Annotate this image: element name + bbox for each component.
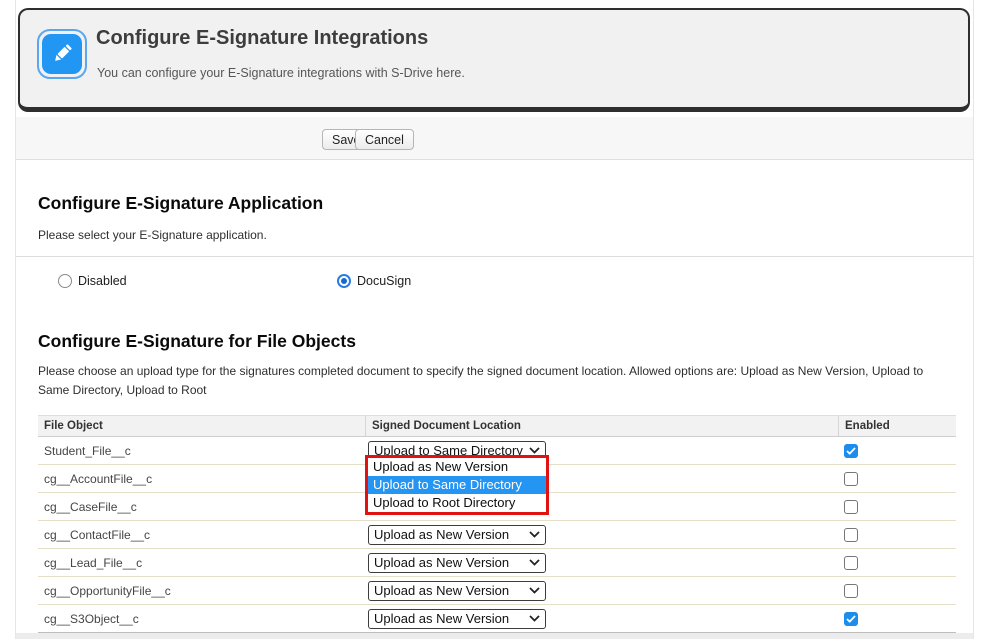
file-section-description: Please choose an upload type for the sig… [38, 362, 936, 400]
pencil-icon [37, 29, 87, 79]
enabled-checkbox[interactable] [844, 472, 858, 486]
file-object-name: cg__S3Object__c [38, 605, 365, 632]
table-header-row: File Object Signed Document Location Ena… [38, 415, 956, 437]
location-select[interactable]: Upload as New Version [368, 609, 546, 629]
col-header-enabled: Enabled [838, 416, 956, 436]
cancel-button[interactable]: Cancel [355, 129, 414, 150]
table-row: cg__S3Object__c Upload as New Version [38, 605, 956, 633]
location-select[interactable]: Upload as New Version [368, 553, 546, 573]
table-row: cg__OpportunityFile__c Upload as New Ver… [38, 577, 956, 605]
file-object-name: cg__CaseFile__c [38, 493, 365, 520]
annotation-highlight open-location-dropdown: Upload as New Version Upload to Same Dir… [365, 455, 549, 515]
pencil-icon-glyph [49, 41, 75, 67]
enabled-checkbox[interactable] [844, 444, 858, 458]
page-header: Configure E-Signature Integrations You c… [18, 8, 970, 112]
section-divider [16, 256, 973, 257]
col-header-location: Signed Document Location [365, 416, 838, 436]
app-section-description: Please select your E-Signature applicati… [38, 226, 267, 245]
chevron-down-icon [529, 531, 540, 538]
dropdown-option-root-directory[interactable]: Upload to Root Directory [368, 494, 546, 512]
radio-disabled-label: Disabled [78, 274, 127, 288]
file-object-name: cg__OpportunityFile__c [38, 577, 365, 604]
chevron-down-icon [529, 559, 540, 566]
dropdown-option-new-version[interactable]: Upload as New Version [368, 458, 546, 476]
pencil-icon-background [42, 34, 82, 74]
table-row: cg__Lead_File__c Upload as New Version [38, 549, 956, 577]
radio-docusign-input[interactable] [337, 274, 351, 288]
page-subtitle: You can configure your E-Signature integ… [97, 66, 465, 80]
file-object-name: cg__Lead_File__c [38, 549, 365, 576]
location-select[interactable]: Upload as New Version [368, 581, 546, 601]
enabled-checkbox[interactable] [844, 584, 858, 598]
radio-option-disabled[interactable]: Disabled [58, 274, 127, 288]
enabled-checkbox[interactable] [844, 528, 858, 542]
check-icon [846, 447, 856, 455]
radio-docusign-label: DocuSign [357, 274, 411, 288]
file-object-name: cg__ContactFile__c [38, 521, 365, 548]
page-title: Configure E-Signature Integrations [96, 27, 428, 50]
file-object-name: Student_File__c [38, 437, 365, 464]
enabled-checkbox[interactable] [844, 556, 858, 570]
check-icon [846, 615, 856, 623]
chevron-down-icon [529, 615, 540, 622]
bottom-section-strip [16, 633, 973, 639]
col-header-file-object: File Object [38, 416, 365, 436]
enabled-checkbox[interactable] [844, 500, 858, 514]
table-row: cg__ContactFile__c Upload as New Version [38, 521, 956, 549]
app-section-heading: Configure E-Signature Application [38, 193, 323, 214]
enabled-checkbox[interactable] [844, 612, 858, 626]
chevron-down-icon [529, 587, 540, 594]
radio-option-docusign[interactable]: DocuSign [337, 274, 411, 288]
chevron-down-icon [529, 447, 540, 454]
file-objects-table: File Object Signed Document Location Ena… [38, 415, 956, 633]
toolbar: Save Cancel [16, 117, 973, 160]
file-object-name: cg__AccountFile__c [38, 465, 365, 492]
location-select[interactable]: Upload as New Version [368, 525, 546, 545]
e-signature-settings-page: Configure E-Signature Integrations You c… [0, 0, 984, 639]
radio-disabled-input[interactable] [58, 274, 72, 288]
file-section-heading: Configure E-Signature for File Objects [38, 331, 356, 352]
dropdown-option-same-directory[interactable]: Upload to Same Directory [368, 476, 546, 494]
